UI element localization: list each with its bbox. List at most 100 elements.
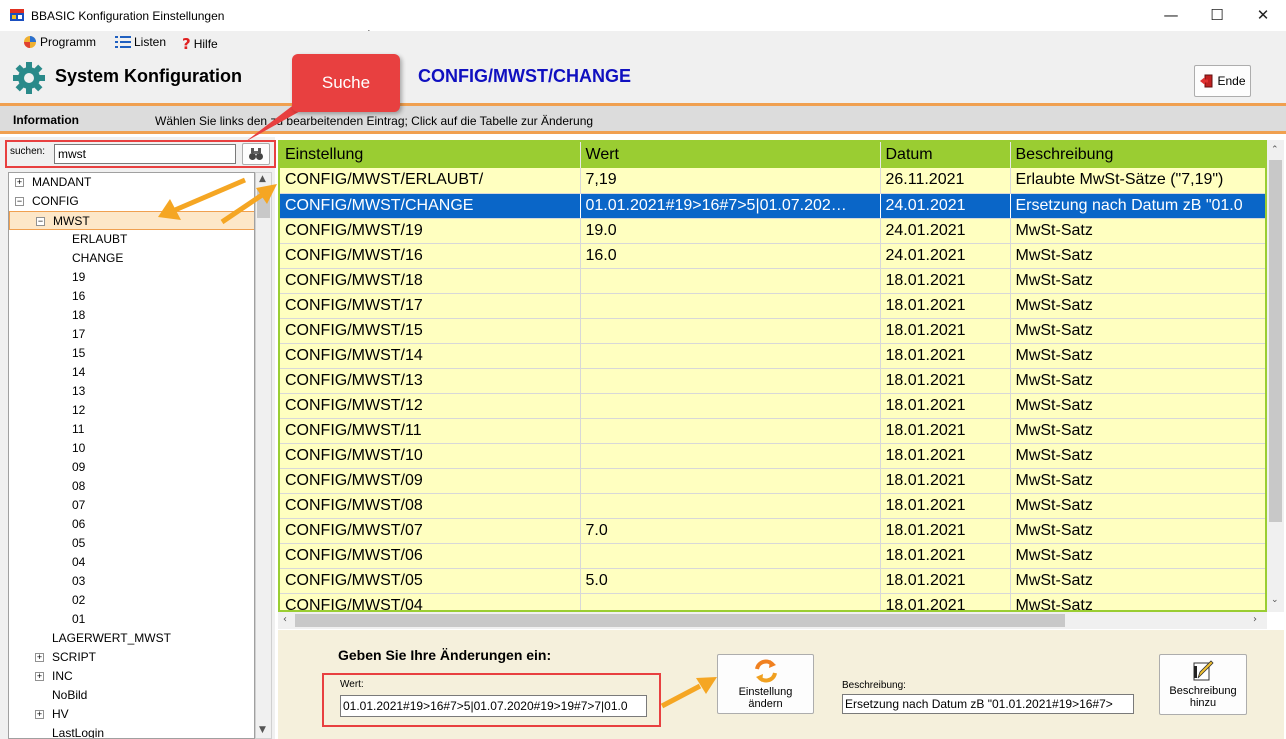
- table-cell[interactable]: [580, 443, 881, 469]
- table-cell[interactable]: CONFIG/MWST/12: [280, 393, 581, 419]
- table-cell[interactable]: 18.01.2021: [880, 518, 1011, 544]
- tree-node[interactable]: 02: [9, 591, 254, 610]
- table-cell[interactable]: CONFIG/MWST/06: [280, 543, 581, 569]
- table-row[interactable]: CONFIG/MWST/18 18.01.2021 MwSt-Satz: [280, 268, 1265, 294]
- tree-node[interactable]: 13: [9, 382, 254, 401]
- table-cell[interactable]: Erlaubte MwSt-Sätze ("7,19"): [1010, 168, 1265, 194]
- table-horizontal-scrollbar[interactable]: ‹ ›: [278, 612, 1267, 629]
- tree-node[interactable]: − CONFIG: [9, 192, 254, 211]
- table-cell[interactable]: MwSt-Satz: [1010, 243, 1265, 269]
- table-cell[interactable]: CONFIG/MWST/CHANGE: [280, 193, 581, 219]
- close-button[interactable]: ✕: [1240, 0, 1286, 31]
- table-row[interactable]: CONFIG/MWST/13 18.01.2021 MwSt-Satz: [280, 368, 1265, 394]
- table-cell[interactable]: [580, 493, 881, 519]
- table-cell[interactable]: 19.0: [580, 218, 881, 244]
- tree-node[interactable]: 18: [9, 306, 254, 325]
- table-cell[interactable]: MwSt-Satz: [1010, 218, 1265, 244]
- table-cell[interactable]: 16.0: [580, 243, 881, 269]
- table-cell[interactable]: [580, 343, 881, 369]
- table-row[interactable]: CONFIG/MWST/05 5.0 18.01.2021 MwSt-Satz: [280, 568, 1265, 594]
- table-cell[interactable]: 18.01.2021: [880, 368, 1011, 394]
- table-row[interactable]: CONFIG/MWST/11 18.01.2021 MwSt-Satz: [280, 418, 1265, 444]
- table-cell[interactable]: MwSt-Satz: [1010, 443, 1265, 469]
- tree-node[interactable]: 05: [9, 534, 254, 553]
- table-cell[interactable]: MwSt-Satz: [1010, 518, 1265, 544]
- table-row[interactable]: CONFIG/MWST/19 19.0 24.01.2021 MwSt-Satz: [280, 218, 1265, 244]
- menu-listen[interactable]: Listen: [115, 35, 166, 49]
- column-header[interactable]: Datum: [880, 142, 1011, 168]
- table-row[interactable]: CONFIG/MWST/12 18.01.2021 MwSt-Satz: [280, 393, 1265, 419]
- tree-node[interactable]: 01: [9, 610, 254, 629]
- scroll-down-icon[interactable]: ▼: [259, 725, 266, 735]
- table-cell[interactable]: 7.0: [580, 518, 881, 544]
- table-cell[interactable]: [580, 318, 881, 344]
- value-input[interactable]: [340, 695, 647, 717]
- expand-icon[interactable]: +: [35, 653, 44, 662]
- tree-node[interactable]: 17: [9, 325, 254, 344]
- column-header[interactable]: Einstellung: [280, 142, 581, 168]
- table-cell[interactable]: MwSt-Satz: [1010, 543, 1265, 569]
- table-cell[interactable]: 18.01.2021: [880, 493, 1011, 519]
- tree-node[interactable]: 11: [9, 420, 254, 439]
- description-input[interactable]: [842, 694, 1134, 714]
- menu-programm[interactable]: Programm: [23, 35, 96, 49]
- table-cell[interactable]: MwSt-Satz: [1010, 318, 1265, 344]
- tree-node[interactable]: 16: [9, 287, 254, 306]
- table-cell[interactable]: 18.01.2021: [880, 418, 1011, 444]
- column-header[interactable]: Wert: [580, 142, 881, 168]
- table-cell[interactable]: [580, 393, 881, 419]
- table-cell[interactable]: 18.01.2021: [880, 568, 1011, 594]
- tree-node[interactable]: 06: [9, 515, 254, 534]
- scroll-left-icon[interactable]: ‹: [283, 614, 287, 625]
- table-cell[interactable]: 01.01.2021#19>16#7>5|01.07.202…: [580, 193, 881, 219]
- table-cell[interactable]: Ersetzung nach Datum zB "01.0: [1010, 193, 1265, 219]
- tree-node[interactable]: 12: [9, 401, 254, 420]
- table-cell[interactable]: 24.01.2021: [880, 243, 1011, 269]
- table-cell[interactable]: 18.01.2021: [880, 293, 1011, 319]
- table-cell[interactable]: CONFIG/MWST/13: [280, 368, 581, 394]
- table-cell[interactable]: MwSt-Satz: [1010, 268, 1265, 294]
- scroll-up-icon[interactable]: ⌃: [1271, 145, 1279, 155]
- table-cell[interactable]: [580, 468, 881, 494]
- scroll-down-icon[interactable]: ⌄: [1271, 595, 1279, 605]
- tree-node[interactable]: 04: [9, 553, 254, 572]
- table-cell[interactable]: CONFIG/MWST/ERLAUBT/: [280, 168, 581, 194]
- tree-node[interactable]: 09: [9, 458, 254, 477]
- table-cell[interactable]: MwSt-Satz: [1010, 418, 1265, 444]
- table-cell[interactable]: [580, 293, 881, 319]
- expand-icon[interactable]: +: [35, 710, 44, 719]
- table-cell[interactable]: [580, 368, 881, 394]
- table-cell[interactable]: CONFIG/MWST/14: [280, 343, 581, 369]
- table-cell[interactable]: [580, 593, 881, 610]
- table-cell[interactable]: 18.01.2021: [880, 343, 1011, 369]
- tree-node[interactable]: LAGERWERT_MWST: [9, 629, 254, 648]
- table-cell[interactable]: CONFIG/MWST/08: [280, 493, 581, 519]
- table-cell[interactable]: CONFIG/MWST/07: [280, 518, 581, 544]
- table-cell[interactable]: 7,19: [580, 168, 881, 194]
- table-row[interactable]: CONFIG/MWST/10 18.01.2021 MwSt-Satz: [280, 443, 1265, 469]
- tree-node[interactable]: 15: [9, 344, 254, 363]
- table-row[interactable]: CONFIG/MWST/15 18.01.2021 MwSt-Satz: [280, 318, 1265, 344]
- add-description-button[interactable]: Beschreibung hinzu: [1159, 654, 1247, 715]
- table-row[interactable]: CONFIG/MWST/08 18.01.2021 MwSt-Satz: [280, 493, 1265, 519]
- table-cell[interactable]: MwSt-Satz: [1010, 343, 1265, 369]
- table-row[interactable]: CONFIG/MWST/CHANGE 01.01.2021#19>16#7>5|0…: [280, 193, 1265, 219]
- tree-node[interactable]: 14: [9, 363, 254, 382]
- tree-node[interactable]: NoBild: [9, 686, 254, 705]
- expand-icon[interactable]: +: [35, 672, 44, 681]
- tree-node[interactable]: LastLogin: [9, 724, 254, 738]
- tree-node[interactable]: + MANDANT: [9, 173, 254, 192]
- table-cell[interactable]: 24.01.2021: [880, 218, 1011, 244]
- tree-node[interactable]: − MWST: [9, 211, 254, 230]
- table-row[interactable]: CONFIG/MWST/17 18.01.2021 MwSt-Satz: [280, 293, 1265, 319]
- table-cell[interactable]: CONFIG/MWST/18: [280, 268, 581, 294]
- table-cell[interactable]: 18.01.2021: [880, 468, 1011, 494]
- table-cell[interactable]: 26.11.2021: [880, 168, 1011, 194]
- menu-hilfe[interactable]: ? Hilfe: [182, 35, 218, 53]
- tree-scroll-thumb[interactable]: [257, 188, 270, 218]
- minimize-button[interactable]: —: [1148, 0, 1194, 31]
- tree-node[interactable]: + HV: [9, 705, 254, 724]
- tree-node[interactable]: ERLAUBT: [9, 230, 254, 249]
- tree-scrollbar[interactable]: ▲ ▼: [255, 172, 272, 739]
- tree-node[interactable]: 03: [9, 572, 254, 591]
